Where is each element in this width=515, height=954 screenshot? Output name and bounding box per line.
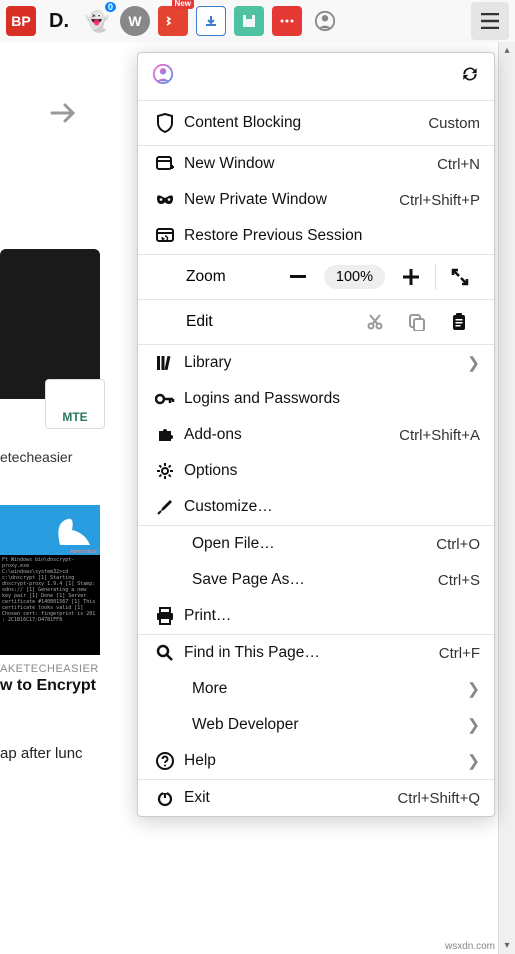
profile-row[interactable]: [138, 53, 494, 100]
restore-session-item[interactable]: Restore Previous Session: [138, 218, 494, 254]
ghost-badge: 0: [105, 2, 116, 12]
zoom-row: Zoom 100%: [138, 255, 494, 299]
article-thumbnail[interactable]: MTE: [0, 249, 100, 399]
chevron-right-icon: ❯: [467, 752, 480, 771]
library-icon: [152, 354, 178, 372]
new-window-item[interactable]: New Window Ctrl+N: [138, 146, 494, 182]
d-extension-icon[interactable]: D.: [44, 6, 74, 36]
mte-logo: MTE: [45, 379, 105, 429]
zoom-level[interactable]: 100%: [324, 265, 385, 289]
save-disk-icon[interactable]: [234, 6, 264, 36]
watermark: wsxdn.com: [445, 941, 495, 952]
fullscreen-button[interactable]: [440, 261, 480, 293]
w-extension-icon[interactable]: W: [120, 6, 150, 36]
content-blocking-label: Content Blocking: [178, 114, 428, 132]
separator: [435, 264, 436, 290]
chevron-right-icon: ❯: [467, 680, 480, 699]
ghostery-icon[interactable]: 👻0: [82, 6, 112, 36]
addons-item[interactable]: Add-ons Ctrl+Shift+A: [138, 417, 494, 453]
article-snippet: ap after lunc: [0, 745, 110, 762]
forward-arrow-icon[interactable]: [50, 102, 110, 129]
paste-button[interactable]: [438, 306, 480, 338]
gear-icon: [152, 462, 178, 480]
content-blocking-item[interactable]: Content Blocking Custom: [138, 101, 494, 145]
site-link[interactable]: etecheasier: [0, 449, 110, 465]
exit-item[interactable]: Exit Ctrl+Shift+Q: [138, 780, 494, 816]
terminal-thumbnail[interactable]: Ft Windows bin\dnscrypt-proxy.exe C:\win…: [0, 555, 100, 655]
sync-icon[interactable]: [460, 64, 480, 89]
article-headline[interactable]: w to Encrypt: [0, 677, 110, 695]
restore-icon: [152, 228, 178, 244]
web-developer-item[interactable]: Web Developer ❯: [138, 707, 494, 743]
customize-item[interactable]: Customize…: [138, 489, 494, 525]
hamburger-menu-button[interactable]: [471, 2, 509, 40]
zoom-out-button[interactable]: [278, 261, 318, 293]
power-icon: [152, 789, 178, 807]
zoom-label: Zoom: [186, 268, 278, 286]
chevron-right-icon: ❯: [467, 716, 480, 735]
download-icon[interactable]: [196, 6, 226, 36]
chevron-right-icon: ❯: [467, 354, 480, 373]
paintbrush-icon: [152, 498, 178, 516]
key-icon: [152, 393, 178, 405]
scroll-down-button[interactable]: ▾: [499, 937, 515, 954]
shield-icon: [152, 113, 178, 133]
dots-extension-icon[interactable]: [272, 6, 302, 36]
page-content: MTE etecheasier Administrato Ft Windows …: [0, 42, 110, 954]
mask-icon: [152, 194, 178, 206]
find-item[interactable]: Find in This Page… Ctrl+F: [138, 635, 494, 671]
puzzle-icon: [152, 426, 178, 444]
new-badge: New: [172, 0, 194, 9]
more-item[interactable]: More ❯: [138, 671, 494, 707]
search-icon: [152, 644, 178, 662]
library-item[interactable]: Library ❯: [138, 345, 494, 381]
window-plus-icon: [152, 156, 178, 172]
edit-row: Edit: [138, 300, 494, 344]
help-item[interactable]: Help ❯: [138, 743, 494, 779]
browser-toolbar: BP D. 👻0 W New: [0, 0, 515, 42]
article-category: AKETECHEASIER: [0, 663, 110, 675]
scroll-up-button[interactable]: ▴: [499, 42, 515, 59]
options-item[interactable]: Options: [138, 453, 494, 489]
edit-label: Edit: [186, 313, 354, 331]
zoom-in-button[interactable]: [391, 261, 431, 293]
swan-thumbnail[interactable]: Administrato: [0, 505, 100, 555]
printer-icon: [152, 607, 178, 625]
adblock-icon[interactable]: BP: [6, 6, 36, 36]
new-private-window-item[interactable]: New Private Window Ctrl+Shift+P: [138, 182, 494, 218]
svg-text:Administrato: Administrato: [70, 549, 98, 555]
hamburger-menu-panel: Content Blocking Custom New Window Ctrl+…: [137, 52, 495, 817]
copy-button[interactable]: [396, 306, 438, 338]
save-page-item[interactable]: Save Page As… Ctrl+S: [138, 562, 494, 598]
open-file-item[interactable]: Open File… Ctrl+O: [138, 526, 494, 562]
logins-item[interactable]: Logins and Passwords: [138, 381, 494, 417]
print-item[interactable]: Print…: [138, 598, 494, 634]
profile-icon: [152, 63, 174, 90]
help-icon: [152, 752, 178, 770]
cut-button[interactable]: [354, 306, 396, 338]
content-blocking-status: Custom: [428, 115, 480, 132]
vertical-scrollbar[interactable]: ▴ ▾: [498, 42, 515, 954]
account-icon[interactable]: [310, 6, 340, 36]
todoist-icon[interactable]: New: [158, 6, 188, 36]
